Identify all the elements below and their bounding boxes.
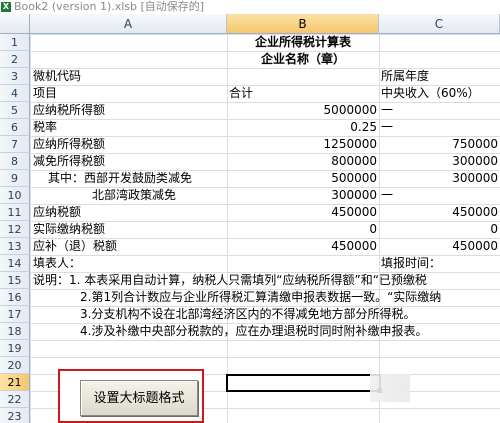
row-header-20[interactable]: 20 bbox=[0, 357, 30, 374]
column-header-c[interactable]: C bbox=[379, 14, 500, 34]
cell-b4[interactable]: 合计 bbox=[229, 85, 253, 102]
cell-c8[interactable]: 300000 bbox=[379, 153, 500, 170]
format-title-button[interactable]: 设置大标题格式 bbox=[80, 380, 198, 416]
cell-a8[interactable]: 减免所得税额 bbox=[33, 153, 105, 170]
row-header-15[interactable]: 15 bbox=[0, 272, 30, 289]
row-header-13[interactable]: 13 bbox=[0, 238, 30, 255]
cell-c11[interactable]: 450000 bbox=[379, 204, 500, 221]
row-header-2[interactable]: 2 bbox=[0, 51, 30, 68]
window-title: Book2 (version 1).xlsb [自动保存的] bbox=[14, 0, 205, 13]
cell-c10[interactable]: 一 bbox=[381, 187, 393, 204]
spreadsheet[interactable]: A B C 1 2 3 4 5 6 7 8 9 10 11 12 13 14 15 16 17 18 19 20 21 2… bbox=[0, 14, 500, 423]
row-header-3[interactable]: 3 bbox=[0, 68, 30, 85]
cell-a13[interactable]: 应补（退）税额 bbox=[33, 238, 117, 255]
row-header-7[interactable]: 7 bbox=[0, 136, 30, 153]
row-header-22[interactable]: 22 bbox=[0, 391, 30, 408]
cell-b11[interactable]: 450000 bbox=[227, 204, 379, 221]
cell-b7[interactable]: 1250000 bbox=[227, 136, 379, 153]
row-header-6[interactable]: 6 bbox=[0, 119, 30, 136]
cell-a3[interactable]: 微机代码 bbox=[33, 68, 81, 85]
cell-c14[interactable]: 填报时间： bbox=[381, 255, 441, 272]
column-header-a[interactable]: A bbox=[30, 14, 227, 34]
cell-c13[interactable]: 450000 bbox=[379, 238, 500, 255]
row-header-8[interactable]: 8 bbox=[0, 153, 30, 170]
row-header-5[interactable]: 5 bbox=[0, 102, 30, 119]
cell-b12[interactable]: 0 bbox=[227, 221, 379, 238]
cell-a17-note[interactable]: 3.分支机构不设在北部湾经济区内的不得减免地方部分所得税。 bbox=[80, 306, 415, 323]
cell-a16-note[interactable]: 2.第1列合计数应与企业所得税汇算清缴申报表数据一致。“实际缴纳 bbox=[80, 289, 441, 306]
cell-c7[interactable]: 750000 bbox=[379, 136, 500, 153]
active-cell-b21[interactable] bbox=[226, 374, 381, 392]
cell-a11[interactable]: 应纳税额 bbox=[33, 204, 81, 221]
cell-b5[interactable]: 5000000 bbox=[227, 102, 379, 119]
row-header-17[interactable]: 17 bbox=[0, 306, 30, 323]
row-header-23[interactable]: 23 bbox=[0, 408, 30, 423]
cell-a12[interactable]: 实际缴纳税额 bbox=[33, 221, 105, 238]
cell-title[interactable]: 企业所得税计算表 bbox=[227, 34, 379, 51]
window-title-bar: X Book2 (version 1).xlsb [自动保存的] bbox=[0, 0, 500, 14]
row-header-18[interactable]: 18 bbox=[0, 323, 30, 340]
cell-a9[interactable]: 其中：西部开发鼓励类减免 bbox=[48, 170, 192, 187]
cell-a18-note[interactable]: 4.涉及补缴中央部分税款的，应在办理退税时同时附补缴申报表。 bbox=[80, 323, 427, 340]
cell-c6[interactable]: 一 bbox=[381, 119, 393, 136]
excel-icon: X bbox=[1, 2, 11, 12]
cell-b9[interactable]: 500000 bbox=[227, 170, 379, 187]
column-header-b[interactable]: B bbox=[227, 14, 379, 34]
row-header-10[interactable]: 10 bbox=[0, 187, 30, 204]
cell-b13[interactable]: 450000 bbox=[227, 238, 379, 255]
cell-a15-note[interactable]: 说明：1. 本表采用自动计算，纳税人只需填列“应纳税所得额”和“已预缴税 bbox=[33, 272, 427, 289]
cell-a5[interactable]: 应纳税所得额 bbox=[33, 102, 105, 119]
select-all-corner[interactable] bbox=[0, 14, 30, 34]
cell-c5[interactable]: 一 bbox=[381, 102, 393, 119]
row-header-1[interactable]: 1 bbox=[0, 34, 30, 51]
cell-c3[interactable]: 所属年度 bbox=[381, 68, 429, 85]
blurred-region bbox=[370, 374, 410, 402]
row-header-14[interactable]: 14 bbox=[0, 255, 30, 272]
row-header-12[interactable]: 12 bbox=[0, 221, 30, 238]
cell-a10[interactable]: 北部湾政策减免 bbox=[92, 187, 176, 204]
cell-b10[interactable]: 300000 bbox=[227, 187, 379, 204]
row-header-21[interactable]: 21 bbox=[0, 374, 30, 391]
row-header-4[interactable]: 4 bbox=[0, 85, 30, 102]
cell-a4[interactable]: 项目 bbox=[33, 85, 57, 102]
cell-b6[interactable]: 0.25 bbox=[227, 119, 379, 136]
cell-a6[interactable]: 税率 bbox=[33, 119, 57, 136]
cell-a7[interactable]: 应纳所得税额 bbox=[33, 136, 105, 153]
cell-b8[interactable]: 800000 bbox=[227, 153, 379, 170]
row-header-11[interactable]: 11 bbox=[0, 204, 30, 221]
cell-c4[interactable]: 中央收入（60%） bbox=[381, 85, 480, 102]
cell-a14[interactable]: 填表人： bbox=[33, 255, 81, 272]
row-header-19[interactable]: 19 bbox=[0, 340, 30, 357]
cell-c9[interactable]: 300000 bbox=[379, 170, 500, 187]
row-header-9[interactable]: 9 bbox=[0, 170, 30, 187]
row-header-16[interactable]: 16 bbox=[0, 289, 30, 306]
cell-c12[interactable]: 0 bbox=[379, 221, 500, 238]
cell-company-name[interactable]: 企业名称（章） bbox=[227, 51, 379, 68]
